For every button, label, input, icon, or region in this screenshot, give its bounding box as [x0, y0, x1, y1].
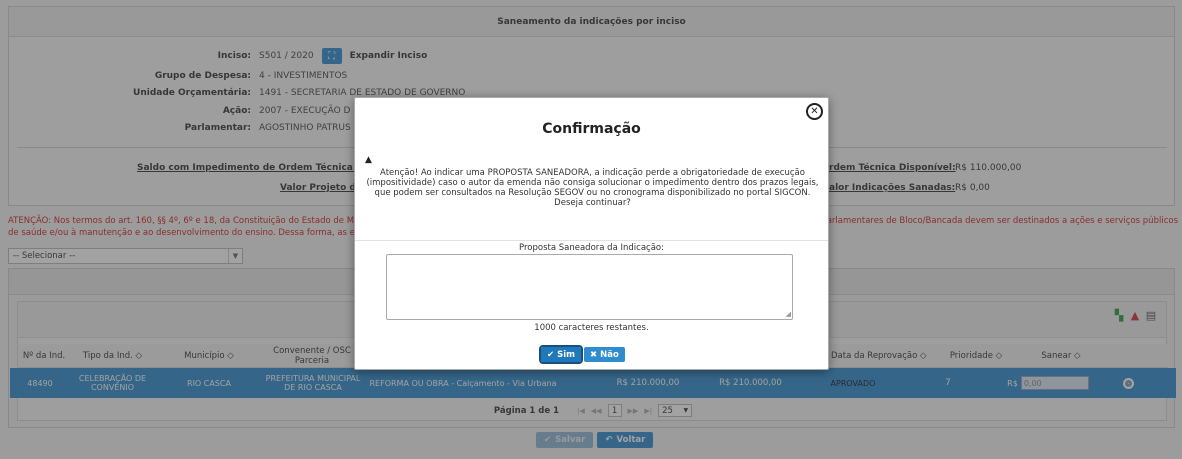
x-icon: ✖ [590, 349, 598, 360]
dialog-actions: ✔ Sim ✖ Não [538, 345, 625, 364]
yes-button[interactable]: ✔ Sim [538, 345, 584, 364]
proposta-textarea[interactable]: ◢ [386, 254, 793, 320]
no-button[interactable]: ✖ Não [584, 347, 625, 362]
chars-remaining: 1000 caracteres restantes. [534, 323, 649, 333]
proposta-label: Proposta Saneadora da Indicação: [519, 243, 664, 253]
resize-grip-icon[interactable]: ◢ [786, 311, 791, 318]
dialog-message: Atenção! Ao indicar uma PROPOSTA SANEADO… [366, 168, 819, 208]
warning-icon: ▲ [365, 155, 372, 165]
close-icon[interactable]: ✕ [806, 103, 823, 120]
check-icon: ✔ [547, 349, 555, 360]
confirmation-dialog: ✕ Confirmação ▲ Atenção! Ao indicar uma … [354, 97, 829, 370]
dialog-divider [355, 240, 828, 241]
dialog-title: Confirmação [542, 121, 641, 137]
